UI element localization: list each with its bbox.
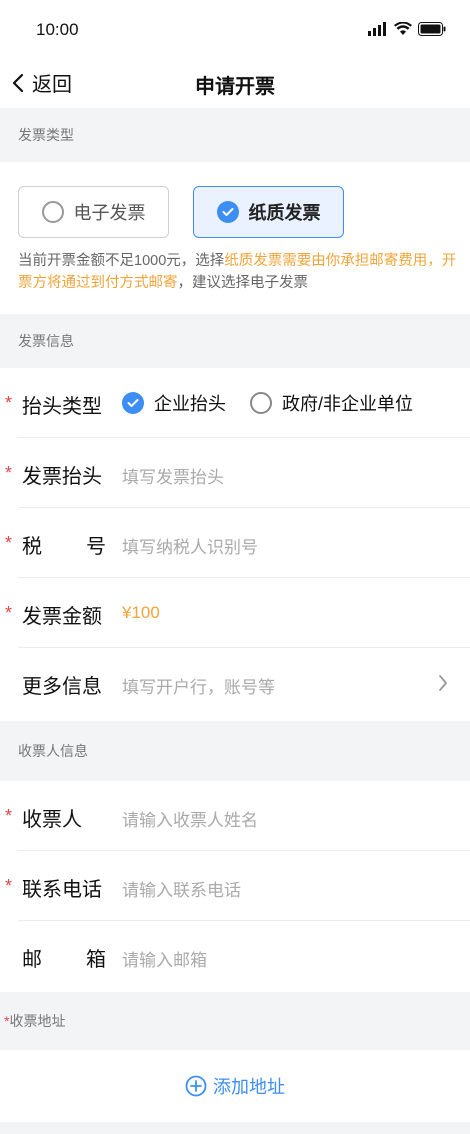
status-time: 10:00 xyxy=(36,20,79,39)
nav-bar: 返回 申请开票 xyxy=(0,62,470,108)
required-mark: * xyxy=(5,463,13,483)
radio-unchecked-icon xyxy=(250,392,272,414)
row-receiver-phone[interactable]: * 联系电话 请输入联系电话 xyxy=(0,851,470,921)
row-label-part: 税 xyxy=(22,536,42,558)
type-option-electronic[interactable]: 电子发票 xyxy=(18,186,169,238)
row-tax-number[interactable]: * 税 号 填写纳税人识别号 xyxy=(0,508,470,578)
row-label: 抬头类型 xyxy=(22,396,102,418)
page-title: 申请开票 xyxy=(195,76,275,98)
required-mark: * xyxy=(5,603,13,623)
status-icons xyxy=(368,22,446,36)
invoice-info-panel: * 抬头类型 企业抬头 政府/非企业单位 * 发票抬头 填写发票抬头 * 税 号… xyxy=(0,368,470,721)
type-option-label: 电子发票 xyxy=(73,203,146,223)
section-header-receiver: 收票人信息 xyxy=(0,721,470,781)
add-address-button[interactable]: 添加地址 xyxy=(0,1050,470,1122)
radio-unchecked-icon xyxy=(41,201,64,223)
receiver-phone-input[interactable]: 请输入联系电话 xyxy=(122,876,241,901)
row-label: 邮 箱 xyxy=(22,943,106,972)
more-info-input[interactable]: 填写开户行，账号等 xyxy=(122,673,275,698)
option-label: 企业抬头 xyxy=(154,394,226,414)
plus-circle-icon xyxy=(185,1075,207,1097)
title-type-option-government[interactable]: 政府/非企业单位 xyxy=(250,390,413,416)
row-invoice-title[interactable]: * 发票抬头 填写发票抬头 xyxy=(0,438,470,508)
receiver-email-input[interactable]: 请输入邮箱 xyxy=(122,946,207,971)
section-header-address: *收票地址 xyxy=(0,992,470,1050)
section-header-invoice-type: 发票类型 xyxy=(0,108,470,162)
type-option-label: 纸质发票 xyxy=(248,203,321,223)
row-label: 联系电话 xyxy=(22,879,102,901)
invoice-title-input[interactable]: 填写发票抬头 xyxy=(122,463,224,488)
section-header-label: 收票地址 xyxy=(9,1013,66,1029)
row-label-part: 邮 xyxy=(22,949,42,971)
option-label: 政府/非企业单位 xyxy=(282,394,414,414)
signal-icon xyxy=(368,22,386,36)
title-type-option-enterprise[interactable]: 企业抬头 xyxy=(122,390,226,416)
row-label: 税 号 xyxy=(22,530,106,559)
row-label-part: 号 xyxy=(86,536,106,558)
type-option-paper[interactable]: 纸质发票 xyxy=(193,186,344,238)
add-address-label: 添加地址 xyxy=(213,1077,285,1097)
status-bar: 10:00 xyxy=(0,0,470,62)
required-mark: * xyxy=(5,533,13,553)
invoice-type-panel: 电子发票 纸质发票 当前开票金额不足1000元，选择纸质发票需要由你承担邮寄费用… xyxy=(0,162,470,314)
required-mark: * xyxy=(5,806,13,826)
chevron-right-icon xyxy=(439,675,447,691)
notice-text: ，建议选择电子发票 xyxy=(177,275,309,291)
row-invoice-amount: * 发票金额 ¥100 xyxy=(0,578,470,648)
row-receiver-email[interactable]: 邮 箱 请输入邮箱 xyxy=(0,921,470,991)
radio-checked-icon xyxy=(122,392,144,414)
row-receiver-name[interactable]: * 收票人 请输入收票人姓名 xyxy=(0,781,470,851)
row-label: 发票金额 xyxy=(22,606,102,628)
section-header-invoice-info: 发票信息 xyxy=(0,314,470,368)
invoice-amount-value: ¥100 xyxy=(122,603,160,622)
tax-number-input[interactable]: 填写纳税人识别号 xyxy=(122,533,258,558)
row-title-type: * 抬头类型 企业抬头 政府/非企业单位 xyxy=(0,368,470,438)
row-label-part: 箱 xyxy=(86,949,106,971)
radio-checked-icon xyxy=(216,201,239,223)
receiver-name-input[interactable]: 请输入收票人姓名 xyxy=(122,806,258,831)
row-label: 更多信息 xyxy=(22,676,102,698)
paper-invoice-notice: 当前开票金额不足1000元，选择纸质发票需要由你承担邮寄费用，开票方将通过到付方… xyxy=(18,250,458,294)
row-more-info[interactable]: 更多信息 填写开户行，账号等 xyxy=(0,648,470,718)
receiver-panel: * 收票人 请输入收票人姓名 * 联系电话 请输入联系电话 邮 箱 请输入邮箱 xyxy=(0,781,470,992)
required-mark: * xyxy=(5,876,13,896)
wifi-icon xyxy=(394,22,412,35)
notice-text: 当前开票金额不足1000元，选择 xyxy=(18,253,225,269)
row-label: 发票抬头 xyxy=(22,466,102,488)
battery-icon xyxy=(418,22,446,36)
required-mark: * xyxy=(5,393,13,413)
row-label: 收票人 xyxy=(22,809,82,831)
